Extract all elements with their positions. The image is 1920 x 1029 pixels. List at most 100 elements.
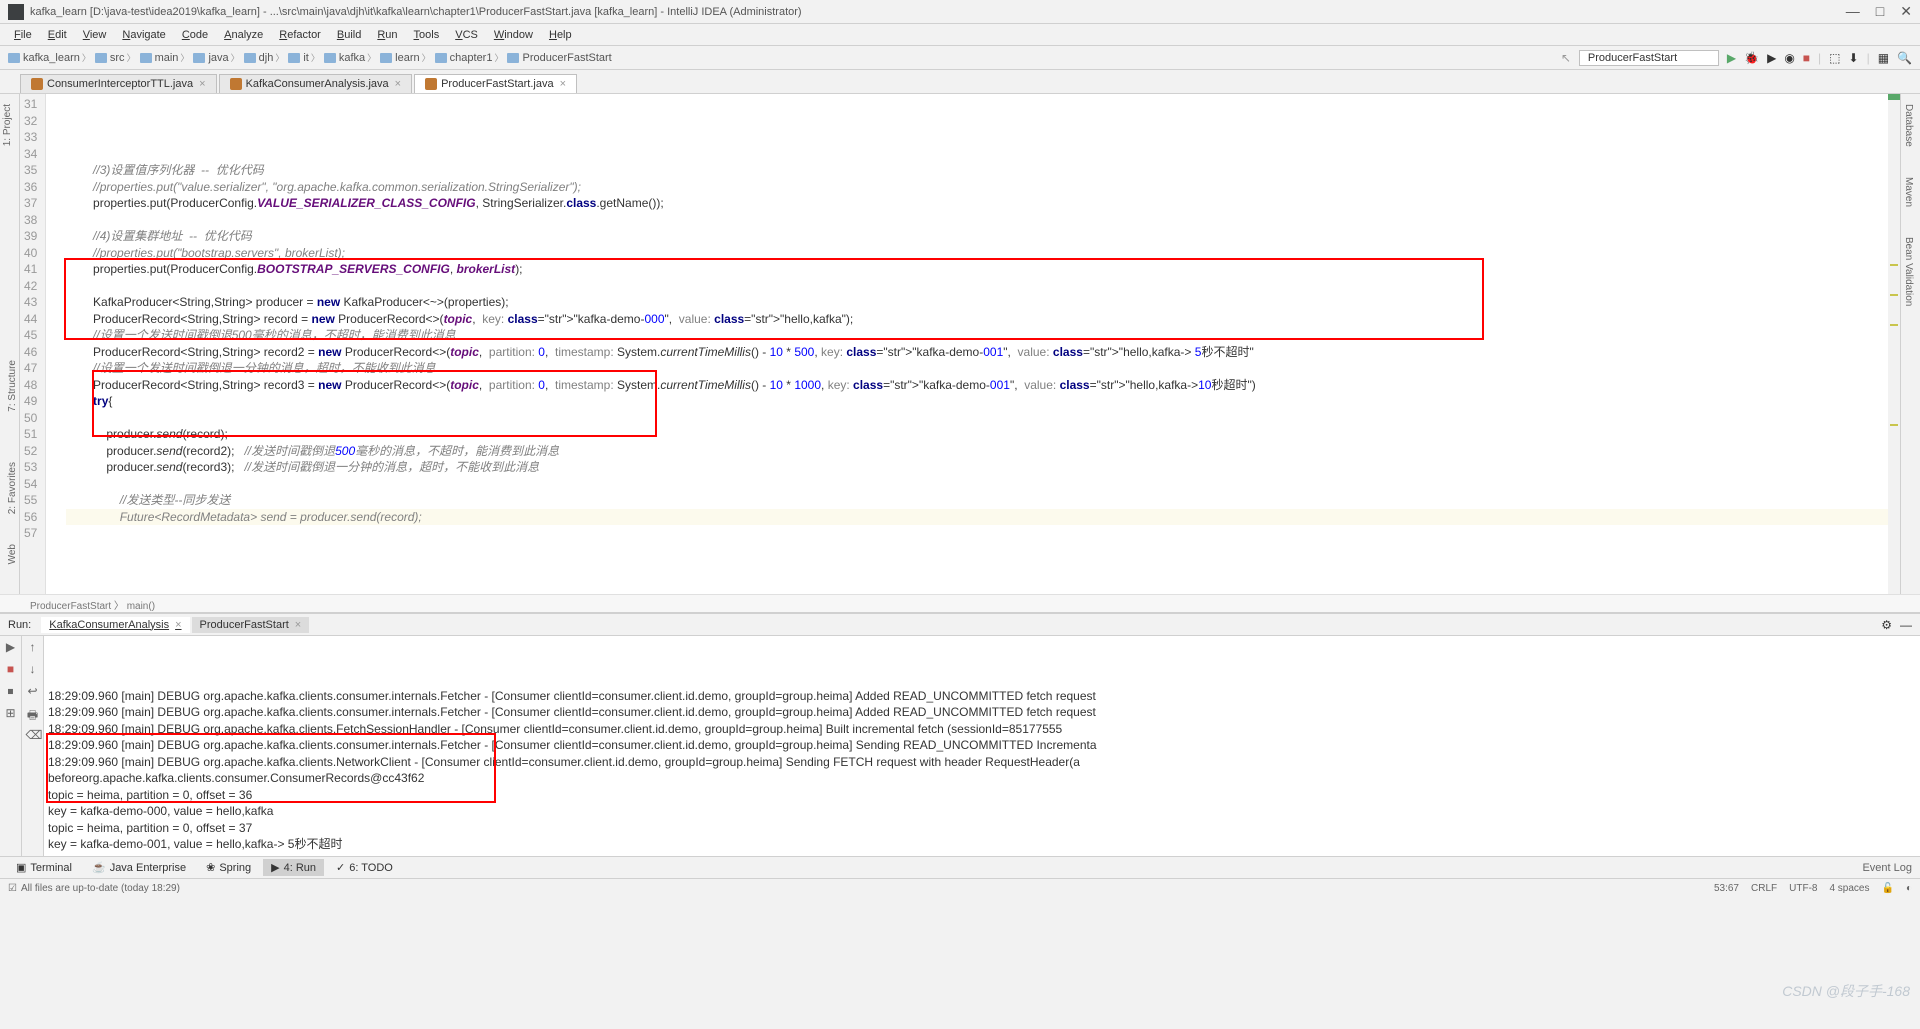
project-tool-button[interactable]: 1: Project [0,94,15,156]
breadcrumb-item[interactable]: src [95,51,138,64]
run-tab[interactable]: KafkaConsumerAnalysis× [41,617,189,633]
menu-run[interactable]: Run [371,27,403,43]
code-line[interactable]: //properties.put("bootstrap.servers", br… [66,245,1884,262]
code-line[interactable]: producer.send(record3); //发送时间戳倒退一分钟的消息，… [66,459,1884,476]
maximize-button[interactable]: □ [1876,3,1884,20]
code-line[interactable]: ProducerRecord<String,String> record3 = … [66,377,1884,394]
web-tool-button[interactable]: Web [0,534,20,574]
code-line[interactable] [66,410,1884,427]
breadcrumb-item[interactable]: ProducerFastStart [507,52,615,64]
run-config-dropdown[interactable]: ProducerFastStart [1579,50,1719,66]
coverage-icon[interactable]: ▶ [1767,51,1776,65]
menu-file[interactable]: File [8,27,38,43]
breadcrumb-item[interactable]: kafka [324,51,378,64]
close-icon[interactable]: × [199,78,205,90]
breadcrumb-item[interactable]: learn [380,51,432,64]
hide-icon[interactable]: — [1900,618,1912,632]
layout-icon[interactable]: ⊞ [4,706,18,720]
code-line[interactable]: Future<RecordMetadata> send = producer.s… [66,509,1884,526]
breadcrumb-item[interactable]: chapter1 [435,51,506,64]
breadcrumb-bar[interactable]: ProducerFastStart 〉 main() [0,594,1920,612]
clear-icon[interactable]: ⌫ [26,728,40,742]
favorites-tool-button[interactable]: 2: Favorites [0,452,20,524]
code-line[interactable]: ProducerRecord<String,String> record2 = … [66,344,1884,361]
menu-code[interactable]: Code [176,27,214,43]
stop-icon[interactable]: ■ [4,662,18,676]
code-line[interactable]: //4)设置集群地址 -- 优化代码 [66,228,1884,245]
menu-edit[interactable]: Edit [42,27,73,43]
code-line[interactable]: producer.send(record); [66,426,1884,443]
code-line[interactable]: ProducerRecord<String,String> record = n… [66,311,1884,328]
bean-validation-tool-button[interactable]: Bean Validation [1901,227,1916,316]
menu-tools[interactable]: Tools [408,27,446,43]
run-icon[interactable]: ▶ [1727,51,1736,65]
breadcrumb-item[interactable]: it [288,51,322,64]
exit-icon[interactable]: ⏹ [4,684,18,698]
code-line[interactable]: KafkaProducer<String,String> producer = … [66,294,1884,311]
breadcrumb-item[interactable]: djh [244,51,287,64]
code-line[interactable]: //设置一个发送时间戳倒退一分钟的消息，超时，不能收到此消息 [66,360,1884,377]
console-output[interactable]: 18:29:09.960 [main] DEBUG org.apache.kaf… [44,636,1920,856]
print-icon[interactable]: 🖶 [26,706,40,720]
run-tab[interactable]: ProducerFastStart× [192,617,310,633]
close-icon[interactable]: × [175,619,181,631]
wrap-icon[interactable]: ↩ [26,684,40,698]
menu-build[interactable]: Build [331,27,367,43]
rerun-icon[interactable]: ▶ [4,640,18,654]
line-ending[interactable]: CRLF [1751,883,1777,894]
editor-tab[interactable]: ProducerFastStart.java× [414,74,577,93]
code-line[interactable]: properties.put(ProducerConfig.VALUE_SERI… [66,195,1884,212]
menu-refactor[interactable]: Refactor [273,27,327,43]
code-line[interactable]: //发送类型--同步发送 [66,492,1884,509]
encoding[interactable]: UTF-8 [1789,883,1817,894]
up-icon[interactable]: ↑ [26,640,40,654]
readonly-icon[interactable]: 🔓 [1882,883,1894,894]
git-icon[interactable]: ⬚ [1829,51,1840,65]
bottom-tab--todo[interactable]: ✓6: TODO [328,859,401,876]
editor[interactable]: 3132333435363738394041424344454647484950… [20,94,1900,594]
back-icon[interactable]: ↖ [1561,51,1571,65]
code-line[interactable]: //设置一个发送时间戳倒退500毫秒的消息，不超时，能消费到此消息 [66,327,1884,344]
minimize-button[interactable]: — [1846,3,1860,20]
bottom-tab--run[interactable]: ▶4: Run [263,859,324,876]
bottom-tab-java-enterprise[interactable]: ☕Java Enterprise [84,859,194,876]
breadcrumb-item[interactable]: main [140,51,192,64]
error-stripe[interactable] [1888,94,1900,594]
menu-navigate[interactable]: Navigate [116,27,171,43]
maven-tool-button[interactable]: Maven [1901,167,1916,217]
menu-help[interactable]: Help [543,27,578,43]
close-button[interactable]: ✕ [1900,3,1912,20]
bottom-tab-spring[interactable]: ❀Spring [198,859,259,876]
close-icon[interactable]: × [560,78,566,90]
debug-icon[interactable]: 🐞 [1744,51,1759,65]
code-line[interactable]: //properties.put("value.serializer", "or… [66,179,1884,196]
bottom-tab-terminal[interactable]: ▣Terminal [8,859,80,876]
database-tool-button[interactable]: Database [1901,94,1916,157]
indent[interactable]: 4 spaces [1829,883,1869,894]
close-icon[interactable]: × [295,619,301,631]
code-line[interactable]: try{ [66,393,1884,410]
event-log-button[interactable]: Event Log [1862,862,1912,874]
structure-tool-button[interactable]: 7: Structure [0,350,20,422]
profile-icon[interactable]: ◉ [1784,51,1794,65]
menu-analyze[interactable]: Analyze [218,27,269,43]
settings-icon[interactable]: ⚙ [1881,618,1892,632]
update-icon[interactable]: ⬇ [1849,51,1859,65]
menu-window[interactable]: Window [488,27,539,43]
structure-icon[interactable]: ▦ [1878,51,1889,65]
close-icon[interactable]: × [395,78,401,90]
code-line[interactable] [66,212,1884,229]
down-icon[interactable]: ↓ [26,662,40,676]
code-line[interactable] [66,278,1884,295]
search-icon[interactable]: 🔍 [1897,51,1912,65]
code-line[interactable] [66,476,1884,493]
inspect-icon[interactable]: ◐ [1906,883,1912,894]
code-line[interactable]: properties.put(ProducerConfig.BOOTSTRAP_… [66,261,1884,278]
menu-vcs[interactable]: VCS [449,27,484,43]
code-line[interactable]: //3)设置值序列化器 -- 优化代码 [66,162,1884,179]
stop-icon[interactable]: ■ [1803,51,1810,65]
menu-view[interactable]: View [77,27,113,43]
editor-tab[interactable]: KafkaConsumerAnalysis.java× [219,74,413,93]
code-line[interactable]: producer.send(record2); //发送时间戳倒退500毫秒的消… [66,443,1884,460]
breadcrumb-item[interactable]: java [193,51,241,64]
